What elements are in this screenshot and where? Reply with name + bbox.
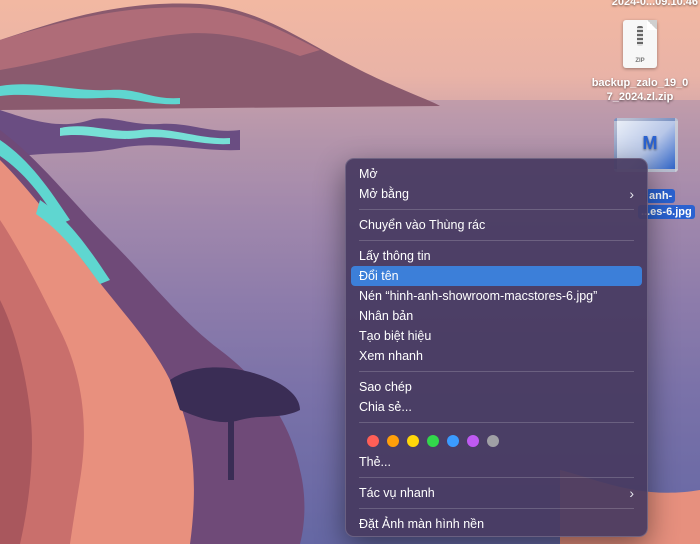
tag-yellow-dot[interactable] — [407, 435, 419, 447]
tag-blue-dot[interactable] — [447, 435, 459, 447]
menu-item-quick-look[interactable]: Xem nhanh — [351, 346, 642, 366]
zipper-graphic — [637, 26, 643, 46]
zip-file-name-line1[interactable]: backup_zalo_19_0 — [590, 76, 690, 90]
context-menu: Mở Mở bằng › Chuyển vào Thùng rác Lấy th… — [345, 158, 648, 537]
menu-item-rename[interactable]: Đổi tên — [351, 266, 642, 286]
zip-file-desktop-item[interactable]: ZIP backup_zalo_19_0 7_2024.zl.zip — [590, 20, 690, 104]
menu-item-tags[interactable]: Thẻ... — [351, 452, 642, 472]
menu-item-set-desktop-picture[interactable]: Đặt Ảnh màn hình nền — [351, 514, 642, 534]
tag-orange-dot[interactable] — [387, 435, 399, 447]
menu-item-compress[interactable]: Nén “hinh-anh-showroom-macstores-6.jpg” — [351, 286, 642, 306]
menu-item-quick-actions-label: Tác vụ nhanh — [359, 486, 435, 500]
tag-gray-dot[interactable] — [487, 435, 499, 447]
zip-badge: ZIP — [635, 58, 645, 64]
menu-separator — [359, 477, 634, 478]
menu-item-share[interactable]: Chia sẻ... — [351, 397, 642, 417]
menu-item-quick-actions[interactable]: Tác vụ nhanh › — [351, 483, 642, 503]
tag-green-dot[interactable] — [427, 435, 439, 447]
menu-item-make-alias[interactable]: Tạo biệt hiệu — [351, 326, 642, 346]
brand-logo-icon: M — [642, 133, 658, 153]
zip-file-icon[interactable]: ZIP — [623, 20, 657, 68]
menu-item-get-info[interactable]: Lấy thông tin — [351, 246, 642, 266]
menu-separator — [359, 209, 634, 210]
zip-file-name-line2[interactable]: 7_2024.zl.zip — [590, 90, 690, 104]
menu-separator — [359, 508, 634, 509]
desktop-file-name-truncated[interactable]: 2024-0...09.10.46 — [578, 0, 698, 8]
chevron-right-icon: › — [629, 186, 634, 202]
tag-color-row — [351, 428, 642, 452]
menu-item-open-with-label: Mở bằng — [359, 187, 409, 201]
menu-separator — [359, 371, 634, 372]
menu-item-copy[interactable]: Sao chép — [351, 377, 642, 397]
menu-item-open-with[interactable]: Mở bằng › — [351, 184, 642, 204]
menu-item-move-to-trash[interactable]: Chuyển vào Thùng rác — [351, 215, 642, 235]
menu-separator — [359, 240, 634, 241]
menu-item-open[interactable]: Mở — [351, 164, 642, 184]
tag-purple-dot[interactable] — [467, 435, 479, 447]
menu-item-duplicate[interactable]: Nhân bản — [351, 306, 642, 326]
tag-red-dot[interactable] — [367, 435, 379, 447]
chevron-right-icon: › — [629, 485, 634, 501]
menu-separator — [359, 422, 634, 423]
